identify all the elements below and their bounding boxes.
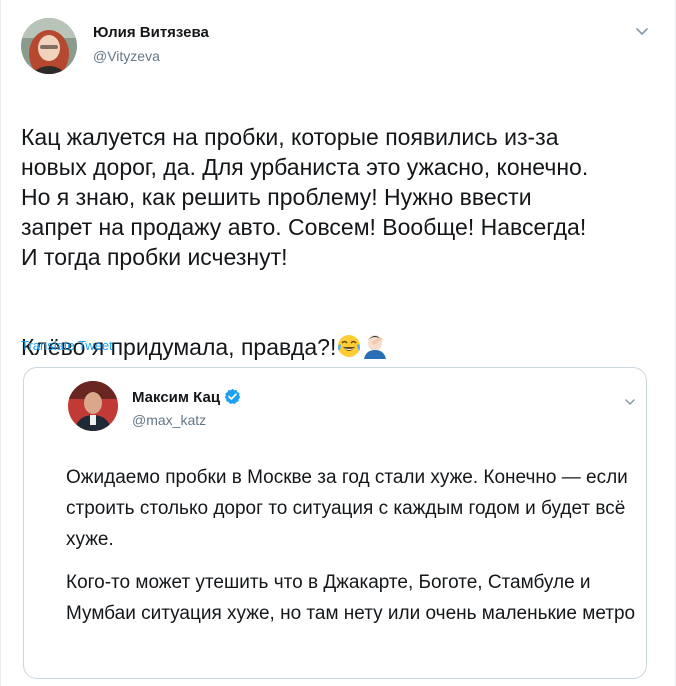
quoted-author-name-row: Максим Кац — [132, 388, 241, 406]
quoted-paragraph-1: Ожидаемо пробки в Москве за год стали ху… — [66, 467, 628, 550]
quoted-author-handle[interactable]: @max_katz — [132, 412, 206, 428]
translate-tweet-link[interactable]: Translate Tweet — [21, 338, 113, 353]
chevron-down-icon[interactable] — [622, 394, 638, 410]
quoted-author-name[interactable]: Максим Кац — [132, 389, 220, 406]
tweet-text: Кац жалуется на пробки, которые появилис… — [21, 92, 661, 392]
man-facepalming-icon — [364, 335, 387, 359]
quoted-tweet-text: Ожидаемо пробки в Москве за год стали ху… — [66, 462, 636, 629]
quoted-paragraph-2: Кого-то может утешить что в Джакарте, Бо… — [66, 572, 636, 624]
tweet-paragraph-1: Кац жалуется на пробки, которые появилис… — [21, 124, 589, 270]
face-with-tears-of-joy-icon — [338, 335, 361, 357]
author-handle[interactable]: @Vityzeva — [93, 48, 160, 64]
verified-badge-icon — [224, 388, 241, 404]
quoted-author-avatar[interactable] — [68, 381, 118, 431]
quoted-tweet[interactable]: Максим Кац @max_katz Ожидаемо пробки в М… — [23, 367, 647, 679]
chevron-down-icon[interactable] — [633, 22, 651, 40]
author-avatar[interactable] — [21, 18, 77, 74]
tweet-paragraph-2: Клёво я придумала, правда?! — [21, 332, 661, 362]
tweet-card: Юлия Витязева @Vityzeva Кац жалуется на … — [0, 0, 676, 686]
tweet-header: Юлия Витязева @Vityzeva — [21, 18, 651, 76]
author-name[interactable]: Юлия Витязева — [93, 24, 209, 41]
